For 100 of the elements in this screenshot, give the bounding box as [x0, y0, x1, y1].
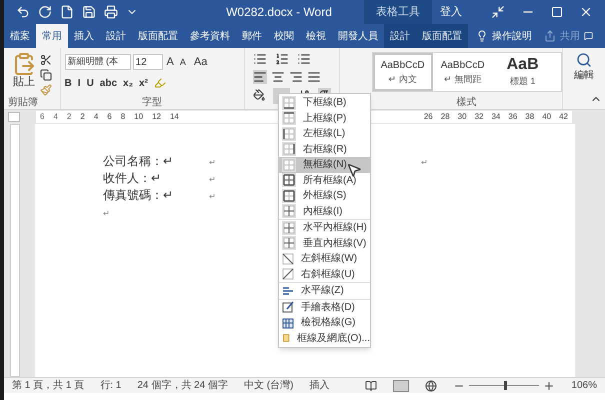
grow-font-button[interactable]: A: [164, 54, 176, 70]
ribbon-tab[interactable]: 校閱: [268, 24, 300, 48]
menu-item[interactable]: 水平線(Z): [279, 283, 370, 298]
ruler-number: 10: [134, 111, 144, 123]
menu-item[interactable]: 外框線(S): [279, 188, 370, 204]
search-icon[interactable]: [576, 52, 592, 68]
menu-item[interactable]: 框線及網底(O)...: [279, 330, 370, 346]
status-item[interactable]: 中文 (台灣): [244, 378, 294, 393]
bullets-icon[interactable]: [252, 52, 267, 66]
undo-icon[interactable]: [16, 5, 30, 19]
menu-item[interactable]: 右斜框線(U): [279, 266, 370, 282]
web-layout-icon[interactable]: [425, 380, 438, 392]
ribbon-tab[interactable]: 郵件: [236, 24, 268, 48]
page-border-icon: [282, 332, 290, 344]
ruler-number: 28: [440, 111, 450, 123]
cut-icon[interactable]: [40, 54, 52, 66]
menu-item[interactable]: 左框線(L): [279, 126, 370, 142]
font-name-field[interactable]: 新細明體 (本: [64, 54, 131, 70]
sign-in-link[interactable]: 登入: [432, 4, 470, 20]
format-button[interactable]: I: [78, 76, 81, 90]
menu-item[interactable]: 檢視格線(G): [279, 315, 370, 330]
change-case-button[interactable]: Aa: [190, 54, 212, 70]
border-icon: [282, 96, 296, 110]
align-left-icon[interactable]: [252, 70, 267, 84]
border-icon: [282, 111, 296, 126]
style-gallery-item[interactable]: AaBbCcD ↵ 無間距: [432, 53, 493, 91]
style-preview: AaBbCcD: [380, 58, 425, 73]
ruler-number: 14: [170, 111, 179, 123]
format-button[interactable]: x²: [139, 76, 148, 90]
menu-item[interactable]: 下框線(B): [279, 95, 370, 110]
print-layout-icon[interactable]: [393, 380, 410, 392]
style-name: ↵ 內文: [388, 72, 417, 86]
format-button[interactable]: x₂: [123, 76, 134, 90]
ribbon-tab[interactable]: 參考資料: [184, 24, 236, 48]
ribbon-display-icon[interactable]: [491, 5, 505, 19]
menu-item[interactable]: 內框線(I): [279, 204, 370, 219]
read-mode-icon[interactable]: [365, 380, 378, 392]
format-button[interactable]: abc: [100, 76, 118, 90]
status-item[interactable]: 24 個字，共 24 個字: [137, 378, 228, 393]
ruler-number: 36: [508, 111, 518, 123]
style-gallery-item[interactable]: AaB 標題 1: [492, 53, 553, 91]
shading-icon[interactable]: [252, 88, 265, 102]
menu-item[interactable]: 所有框線(A): [279, 172, 370, 188]
ribbon-tab[interactable]: 設計: [100, 24, 132, 48]
ruler-number: 38: [525, 111, 534, 123]
style-preview: AaB: [506, 55, 539, 76]
multilevel-list-icon[interactable]: [296, 52, 311, 66]
ribbon-tab[interactable]: 設計: [384, 24, 416, 48]
zoom-in-icon[interactable]: [543, 380, 556, 392]
status-item[interactable]: 行: 1: [100, 378, 122, 393]
menu-item[interactable]: 垂直內框線(V): [279, 236, 370, 251]
menu-item[interactable]: 左斜框線(W): [279, 251, 370, 266]
table-cell: 公司名稱：↵: [103, 154, 173, 168]
ribbon-tab[interactable]: 常用: [36, 24, 68, 48]
format-button[interactable]: U: [86, 76, 94, 90]
copy-icon[interactable]: [40, 69, 52, 81]
format-button[interactable]: B: [64, 76, 72, 90]
style-name: 標題 1: [510, 75, 536, 88]
zoom-thumb[interactable]: [504, 381, 508, 390]
ribbon-tab[interactable]: 版面配置: [416, 24, 468, 48]
ruler-number: 30: [458, 111, 467, 123]
ruler-number: 6: [107, 111, 112, 123]
align-right-icon[interactable]: [288, 70, 303, 84]
horizontal-line-icon: [282, 284, 294, 297]
numbering-icon[interactable]: [274, 52, 289, 66]
new-document-icon[interactable]: [60, 5, 74, 19]
status-item[interactable]: 第 1 頁，共 1 頁: [12, 378, 84, 393]
paste-button[interactable]: 貼上: [13, 76, 35, 88]
status-item[interactable]: 插入: [309, 378, 330, 393]
font-size-field[interactable]: 12: [132, 54, 163, 70]
editing-button[interactable]: 編輯: [574, 68, 594, 83]
share-icon: [544, 30, 556, 42]
group-label: 樣式: [456, 97, 477, 109]
border-icon: [282, 236, 296, 250]
close-icon[interactable]: [579, 5, 593, 19]
maximize-icon[interactable]: [551, 6, 563, 18]
tell-me-button[interactable]: 操作說明: [492, 28, 532, 44]
align-center-icon[interactable]: [270, 70, 285, 84]
save-icon[interactable]: [82, 5, 96, 19]
style-gallery-item[interactable]: AaBbCcD ↵ 內文: [372, 53, 433, 91]
menu-item[interactable]: 手繪表格(D): [279, 300, 370, 315]
shrink-font-button[interactable]: A: [178, 56, 188, 69]
ribbon-tab[interactable]: 檢視: [300, 24, 332, 48]
menu-item[interactable]: 無框線(N): [279, 157, 370, 172]
table-cell: 傳真號碼：↵: [103, 188, 173, 202]
border-icon: [282, 188, 296, 203]
menu-item[interactable]: 水平內框線(H): [279, 220, 370, 236]
border-icon: [282, 126, 296, 141]
ruler-number: 6: [40, 111, 44, 123]
ribbon-tab[interactable]: 檔案: [4, 24, 36, 48]
redo-icon[interactable]: [38, 5, 52, 19]
menu-item[interactable]: 右框線(R): [279, 142, 370, 157]
table-cell: 收件人：↵: [103, 171, 161, 185]
ribbon-tab[interactable]: 開發人員: [332, 24, 384, 48]
border-icon: [282, 173, 296, 188]
justify-icon[interactable]: [306, 70, 321, 84]
print-icon[interactable]: [104, 5, 118, 19]
ribbon-tab[interactable]: 插入: [68, 24, 100, 48]
menu-item[interactable]: 上框線(P): [279, 110, 370, 126]
ribbon-tab[interactable]: 版面配置: [132, 24, 184, 48]
